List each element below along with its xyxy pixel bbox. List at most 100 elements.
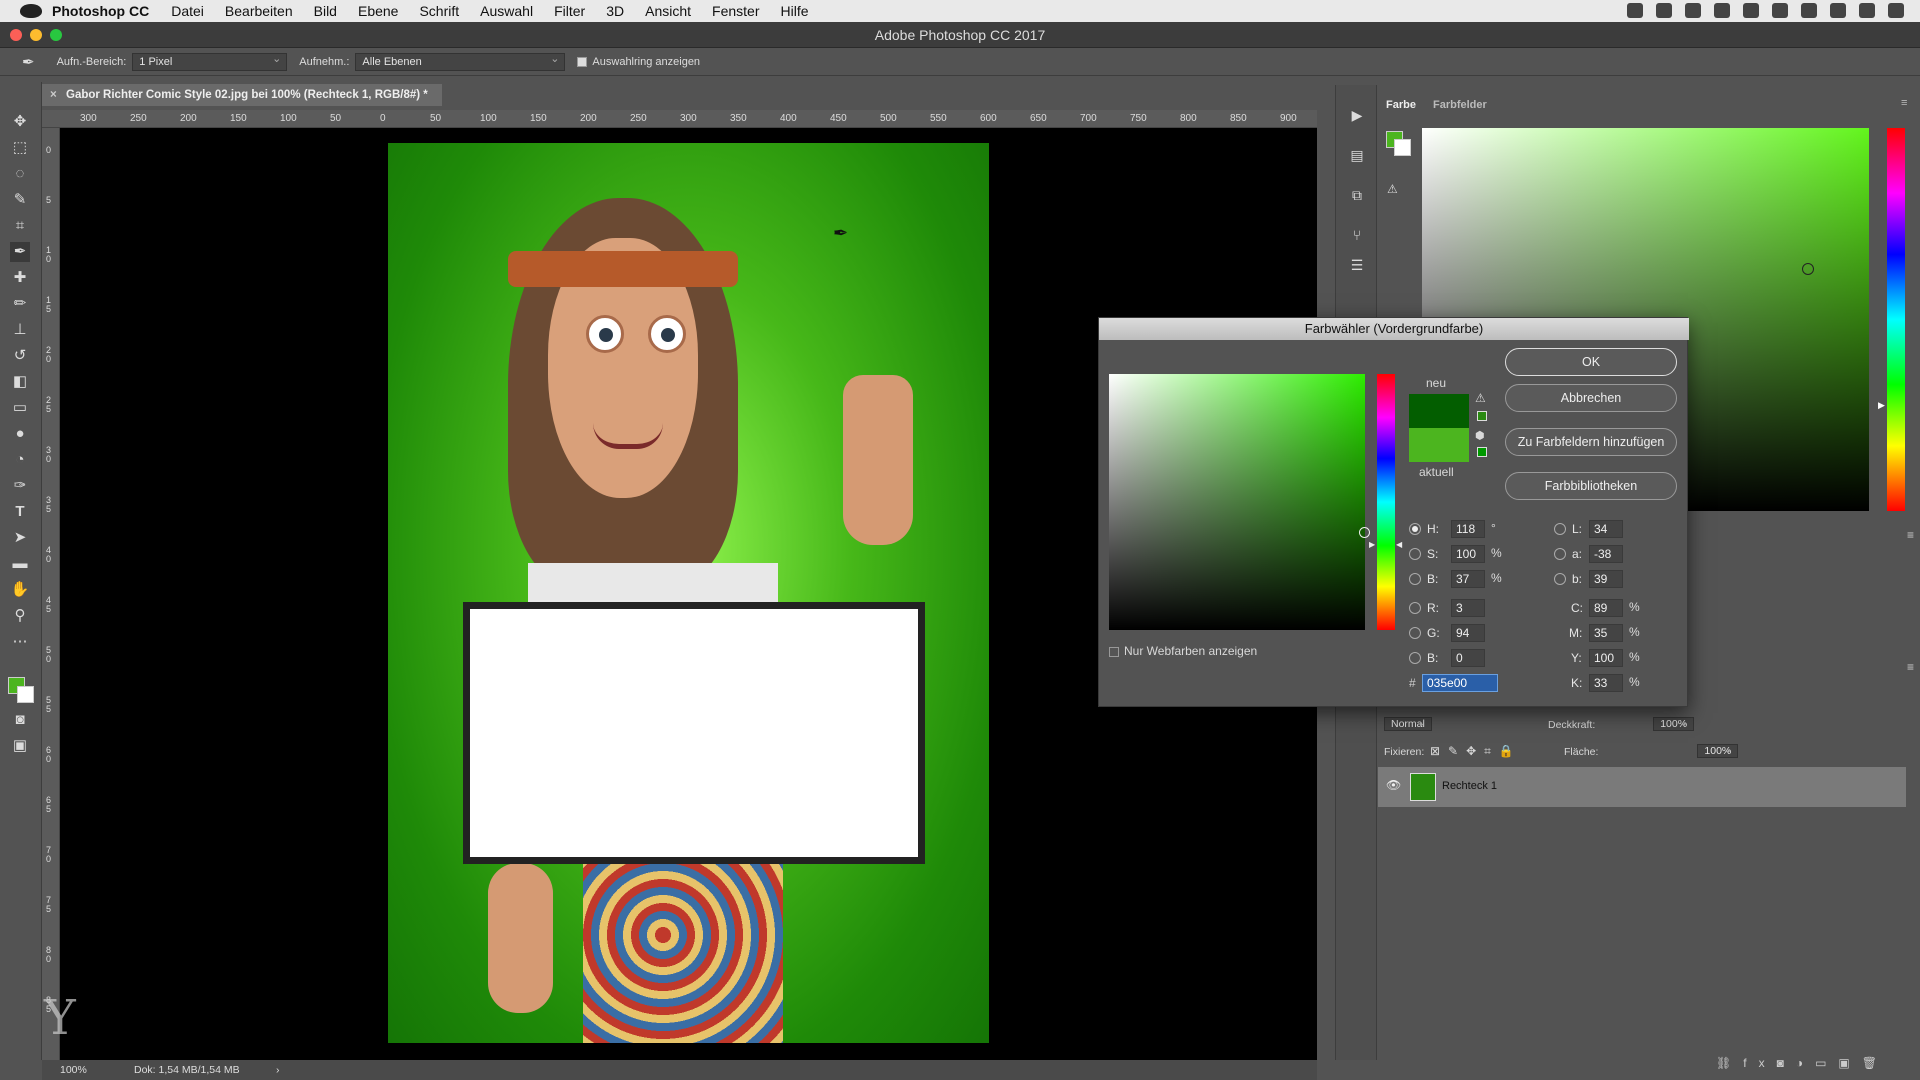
airplay-icon[interactable] xyxy=(1772,3,1788,18)
location-icon[interactable] xyxy=(1714,3,1730,18)
menu-hilfe[interactable]: Hilfe xyxy=(781,3,809,19)
play-actions-icon[interactable]: ▶ xyxy=(1348,107,1366,125)
background-color-swatch[interactable] xyxy=(17,686,34,703)
blur-tool-icon[interactable]: ● xyxy=(10,424,30,444)
input-l[interactable]: 34 xyxy=(1589,520,1623,538)
input-m[interactable]: 35 xyxy=(1589,624,1623,642)
checkbox-box[interactable] xyxy=(577,56,588,67)
record-icon[interactable] xyxy=(1627,3,1643,18)
adjustments-menu-icon[interactable]: ≡ xyxy=(1907,528,1914,542)
brush-settings-icon[interactable]: ⑂ xyxy=(1348,227,1366,245)
input-y[interactable]: 100 xyxy=(1589,649,1623,667)
input-a[interactable]: -38 xyxy=(1589,545,1623,563)
clone-source-icon[interactable]: ⧉ xyxy=(1348,187,1366,205)
hand-tool-icon[interactable]: ✋ xyxy=(10,580,30,600)
minimize-window-button[interactable] xyxy=(30,29,42,41)
gradient-tool-icon[interactable]: ▭ xyxy=(10,398,30,418)
menu-bearbeiten[interactable]: Bearbeiten xyxy=(225,3,293,19)
picker-hue-marker[interactable]: ◀ xyxy=(1396,540,1402,549)
radio-s[interactable] xyxy=(1409,548,1421,560)
eyedropper-tool-icon[interactable]: ✒ xyxy=(10,242,30,262)
input-b[interactable]: 37 xyxy=(1451,570,1485,588)
add-to-swatches-button[interactable]: Zu Farbfeldern hinzufügen xyxy=(1505,428,1677,456)
lasso-tool-icon[interactable]: ◌ xyxy=(10,164,30,184)
display-icon[interactable] xyxy=(1685,3,1701,18)
web-colors-checkbox[interactable]: Nur Webfarben anzeigen xyxy=(1109,644,1257,658)
picker-color-field[interactable] xyxy=(1109,374,1370,630)
zoom-window-button[interactable] xyxy=(50,29,62,41)
radio-h[interactable] xyxy=(1409,523,1421,535)
menu-bild[interactable]: Bild xyxy=(314,3,337,19)
lock-icons[interactable]: ⊠✎✥⌗🔒 xyxy=(1430,744,1522,759)
hex-input[interactable]: 035e00 xyxy=(1422,674,1498,692)
color-libraries-button[interactable]: Farbbibliotheken xyxy=(1505,472,1677,500)
zoom-tool-icon[interactable]: ⚲ xyxy=(10,606,30,626)
gamut-alert-icon[interactable]: ⚠ xyxy=(1475,391,1486,405)
notification-icon[interactable] xyxy=(1888,3,1904,18)
cc-icon[interactable] xyxy=(1656,3,1672,18)
healing-tool-icon[interactable]: ✚ xyxy=(10,268,30,288)
pen-tool-icon[interactable]: ✑ xyxy=(10,476,30,496)
input-c[interactable]: 89 xyxy=(1589,599,1623,617)
sample-size-select[interactable]: 1 Pixel xyxy=(132,51,288,71)
menu-schrift[interactable]: Schrift xyxy=(419,3,459,19)
layer-row[interactable]: 👁 Rechteck 1 xyxy=(1378,767,1906,807)
menu-ansicht[interactable]: Ansicht xyxy=(645,3,691,19)
picker-color-marker[interactable] xyxy=(1359,527,1370,538)
wifi-icon[interactable] xyxy=(1743,3,1759,18)
radio-lab-b[interactable] xyxy=(1554,573,1566,585)
layers-footer-icons[interactable]: ⛓fx◙◑▭▣🗑 xyxy=(1716,1056,1889,1070)
quick-mask-icon[interactable]: ◙ xyxy=(10,710,30,730)
input-k[interactable]: 33 xyxy=(1589,674,1623,692)
eyedropper-preset-icon[interactable]: ✒ xyxy=(22,53,35,71)
picker-hue-slider[interactable] xyxy=(1377,374,1395,630)
status-menu-arrow[interactable]: › xyxy=(276,1060,280,1080)
gamut-warning-icon[interactable]: ⚠ xyxy=(1387,182,1398,196)
document-image[interactable]: ✒ xyxy=(388,143,989,1043)
close-tab-icon[interactable]: × xyxy=(50,84,57,106)
radio-b[interactable] xyxy=(1409,573,1421,585)
type-tool-icon[interactable]: T xyxy=(10,502,30,522)
gamut-color-chip[interactable] xyxy=(1477,411,1487,421)
menu-filter[interactable]: Filter xyxy=(554,3,585,19)
tab-farbe[interactable]: Farbe xyxy=(1386,99,1416,111)
white-rectangle-layer[interactable] xyxy=(463,602,925,864)
cancel-button[interactable]: Abbrechen xyxy=(1505,384,1677,412)
menu-datei[interactable]: Datei xyxy=(171,3,204,19)
current-color-swatch[interactable] xyxy=(1409,428,1469,462)
blend-mode-select[interactable]: Normal xyxy=(1384,717,1432,731)
input-lab-b[interactable]: 39 xyxy=(1589,570,1623,588)
tab-farbfelder[interactable]: Farbfelder xyxy=(1433,99,1487,111)
close-window-button[interactable] xyxy=(10,29,22,41)
stamp-tool-icon[interactable]: ⊥ xyxy=(10,320,30,340)
apple-icon[interactable] xyxy=(20,4,42,18)
battery-icon[interactable] xyxy=(1801,3,1817,18)
menu-auswahl[interactable]: Auswahl xyxy=(480,3,533,19)
more-tools-icon[interactable]: ⋯ xyxy=(10,632,30,652)
radio-l[interactable] xyxy=(1554,523,1566,535)
rectangle-tool-icon[interactable]: ▬ xyxy=(10,554,30,574)
panel-bg-swatch[interactable] xyxy=(1394,139,1411,156)
radio-a[interactable] xyxy=(1554,548,1566,560)
radio-r[interactable] xyxy=(1409,602,1421,614)
layers-menu-icon[interactable]: ≡ xyxy=(1907,660,1914,674)
zoom-level[interactable]: 100% xyxy=(60,1060,87,1080)
marquee-tool-icon[interactable]: ⬚ xyxy=(10,138,30,158)
brush-tool-icon[interactable]: ✏ xyxy=(10,294,30,314)
fill-input[interactable]: 100% xyxy=(1697,744,1739,758)
visibility-eye-icon[interactable]: 👁 xyxy=(1386,778,1401,792)
sample-layers-select[interactable]: Alle Ebenen xyxy=(355,51,566,71)
quick-select-tool-icon[interactable]: ✎ xyxy=(10,190,30,210)
input-r[interactable]: 3 xyxy=(1451,599,1485,617)
properties-icon[interactable]: ▤ xyxy=(1348,147,1366,165)
menu-fenster[interactable]: Fenster xyxy=(712,3,759,19)
document-tab[interactable]: × Gabor Richter Comic Style 02.jpg bei 1… xyxy=(42,84,442,106)
radio-g[interactable] xyxy=(1409,627,1421,639)
input-g[interactable]: 94 xyxy=(1451,624,1485,642)
panel-menu-icon[interactable]: ≡ xyxy=(1901,97,1907,109)
panel-hue-marker[interactable]: ▶ xyxy=(1878,400,1885,411)
picker-hue-marker-left[interactable]: ▶ xyxy=(1369,540,1375,549)
move-tool-icon[interactable]: ✥ xyxy=(10,112,30,132)
history-brush-icon[interactable]: ↺ xyxy=(10,346,30,366)
input-h[interactable]: 118 xyxy=(1451,520,1485,538)
